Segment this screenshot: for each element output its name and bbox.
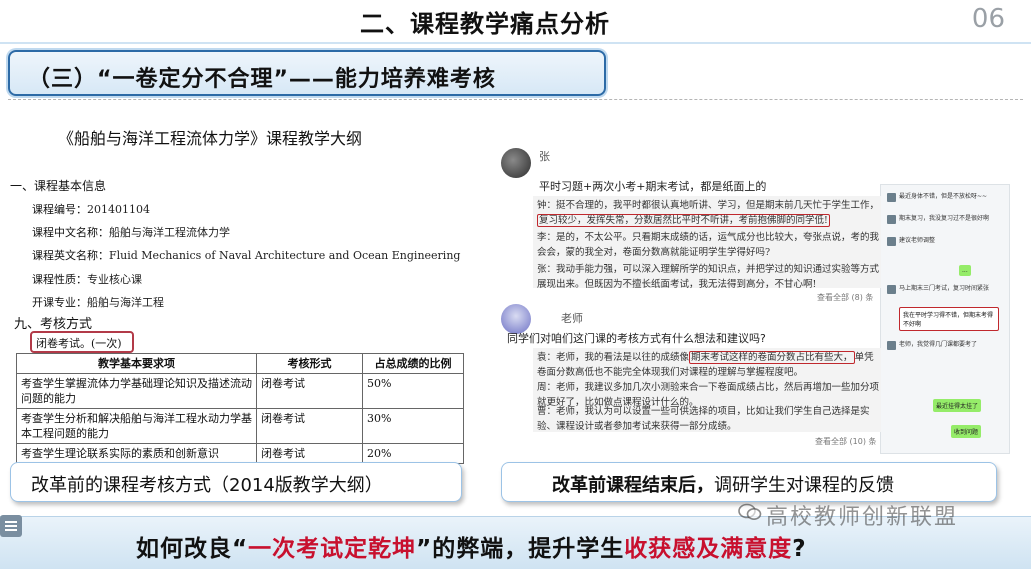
table-header: 教学基本要求项 (16, 353, 257, 374)
reply-item: 钟：挺不合理的，我平时都很认真地听讲、学习，但是期末前几天忙于学生工作，复习较少… (537, 200, 880, 227)
field-course-name-en: 课程英文名称：Fluid Mechanics of Naval Architec… (32, 249, 461, 262)
table-cell: 50% (362, 373, 464, 409)
side-chat-panel: 最近身体不错，但是不放松呀~~ 期末复习，我没复习过不是很好啊 建议老师调整 .… (880, 184, 1010, 454)
table-cell: 闭卷考试 (256, 373, 363, 409)
field-course-name-cn: 课程中文名称：船舶与海洋工程流体力学 (32, 226, 230, 239)
slide-title: 二、课程教学痛点分析 (360, 10, 610, 38)
reply-item: 袁：老师，我的看法是以往的成绩像 期末考试这样的卷面分数占比有些大， 单凭卷面分数高… (537, 351, 874, 378)
side-message: 马上期末三门考试，复习时间紧张 (899, 285, 990, 292)
field-course-number: 课程编号：201401104 (32, 203, 150, 216)
assessment-table: 教学基本要求项 考核形式 占总成绩的比例 考查学生掌握流体力学基础理论知识及描述… (16, 353, 464, 464)
watermark: 高校教师创新联盟 (766, 505, 959, 530)
banner-text: （三）“一卷定分不合理”——能力培养难考核 (28, 67, 496, 92)
reply-highlight: 期末考试这样的卷面分数占比有些大， (689, 351, 855, 364)
side-avatar (887, 285, 896, 294)
sender-name: 老师 (561, 312, 583, 325)
side-avatar (887, 193, 896, 202)
side-avatar (887, 215, 896, 224)
emphasis-text: 收获感及满意度 (624, 536, 793, 562)
side-bubble: 收到问题 (951, 425, 982, 438)
section-basic-info: 一、课程基本信息 (10, 179, 107, 193)
chat-screenshot: 最近身体不错，但是不放松呀~~ 期末复习，我没复习过不是很好啊 建议老师调整 .… (497, 140, 1025, 460)
table-row: 考查学生掌握流体力学基础理论知识及描述流动问题的能力 闭卷考试 50% (16, 373, 464, 409)
side-highlight: 我在平时学习得不错，但期末考得不好啊 (899, 307, 999, 331)
table-cell: 考查学生理论联系实际的素质和创新意识 (16, 443, 257, 464)
side-avatar (887, 237, 896, 246)
bottom-question: 如何改良“一次考试定乾坤”的弊端，提升学生收获感及满意度? (136, 536, 807, 562)
menu-icon[interactable] (0, 515, 22, 537)
wechat-icon (738, 503, 762, 520)
side-message: 老师，我觉得几门课都要考了 (899, 341, 978, 348)
reply-item: 李：是的，不太公平。只看期末成绩的话，运气成分也比较大，夸张点说，考的我会会，蒙… (537, 232, 880, 258)
side-bubble: 最近挂得太挂了 (933, 399, 982, 412)
table-cell: 考查学生分析和解决船舶与海洋工程水动力学基本工程问题的能力 (16, 408, 257, 444)
table-row: 考查学生分析和解决船舶与海洋工程水动力学基本工程问题的能力 闭卷考试 30% (16, 408, 464, 444)
page-number: 06 (971, 4, 1005, 34)
side-message: 最近身体不错，但是不放松呀~~ (899, 193, 988, 200)
table-cell: 闭卷考试 (256, 408, 363, 444)
side-message: 建议老师调整 (899, 237, 936, 244)
syllabus-title: 《船舶与海洋工程流体力学》课程教学大纲 (58, 129, 363, 148)
post-text: 平时习题+两次小考+期末考试，都是纸面上的 (539, 180, 767, 193)
caption-left-text: 改革前的课程考核方式（2014版教学大纲） (31, 475, 383, 496)
table-cell: 20% (362, 443, 464, 464)
slide-header: 二、课程教学痛点分析 06 (0, 0, 1031, 44)
side-bubble: ... (959, 265, 971, 276)
side-avatar (887, 341, 896, 350)
emphasis-text: 一次考试定乾坤 (248, 536, 417, 562)
table-cell: 闭卷考试 (256, 443, 363, 464)
side-message: 期末复习，我没复习过不是很好啊 (899, 215, 990, 222)
post-text: 同学们对咱们这门课的考核方式有什么想法和建议吗? (507, 332, 766, 345)
reply-item: 曹：老师，我认为可以设置一些可供选择的项目，比如让我们学生自己选择是实验、课程设… (537, 406, 870, 432)
reply-item: 张：我动手能力强，可以深入理解所学的知识点，并把学过的知识通过实验等方式展现出来… (537, 264, 880, 290)
closed-exam-text: 闭卷考试。(一次) (36, 337, 122, 350)
section-banner: （三）“一卷定分不合理”——能力培养难考核 (8, 50, 606, 96)
caption-left: 改革前的课程考核方式（2014版教学大纲） (10, 462, 462, 502)
syllabus-document: 《船舶与海洋工程流体力学》课程教学大纲 一、课程基本信息 课程编号：201401… (0, 105, 490, 505)
reply-highlight: 复习较少，发挥失常，分数居然比平时不听讲，考前抱佛脚的同学低! (537, 214, 830, 227)
header-divider (0, 42, 1031, 44)
caption-right: 改革前课程结束后，调研学生对课程的反馈 (501, 462, 997, 502)
field-course-type: 课程性质：专业核心课 (32, 273, 142, 286)
field-major: 开课专业：船舶与海洋工程 (32, 296, 164, 309)
dashed-divider (8, 99, 1023, 100)
table-header: 考核形式 (256, 353, 363, 374)
sender-name: 张 (539, 150, 550, 163)
table-header: 占总成绩的比例 (362, 353, 464, 374)
view-all-link[interactable]: 查看全部 (10) 条 (815, 436, 877, 447)
section-assessment: 九、考核方式 (14, 317, 93, 332)
caption-right-text: 改革前课程结束后，调研学生对课程的反馈 (552, 475, 894, 496)
table-row: 考查学生理论联系实际的素质和创新意识 闭卷考试 20% (16, 443, 464, 464)
view-all-link[interactable]: 查看全部 (8) 条 (817, 292, 873, 303)
avatar (501, 148, 531, 178)
table-cell: 30% (362, 408, 464, 444)
table-cell: 考查学生掌握流体力学基础理论知识及描述流动问题的能力 (16, 373, 257, 409)
